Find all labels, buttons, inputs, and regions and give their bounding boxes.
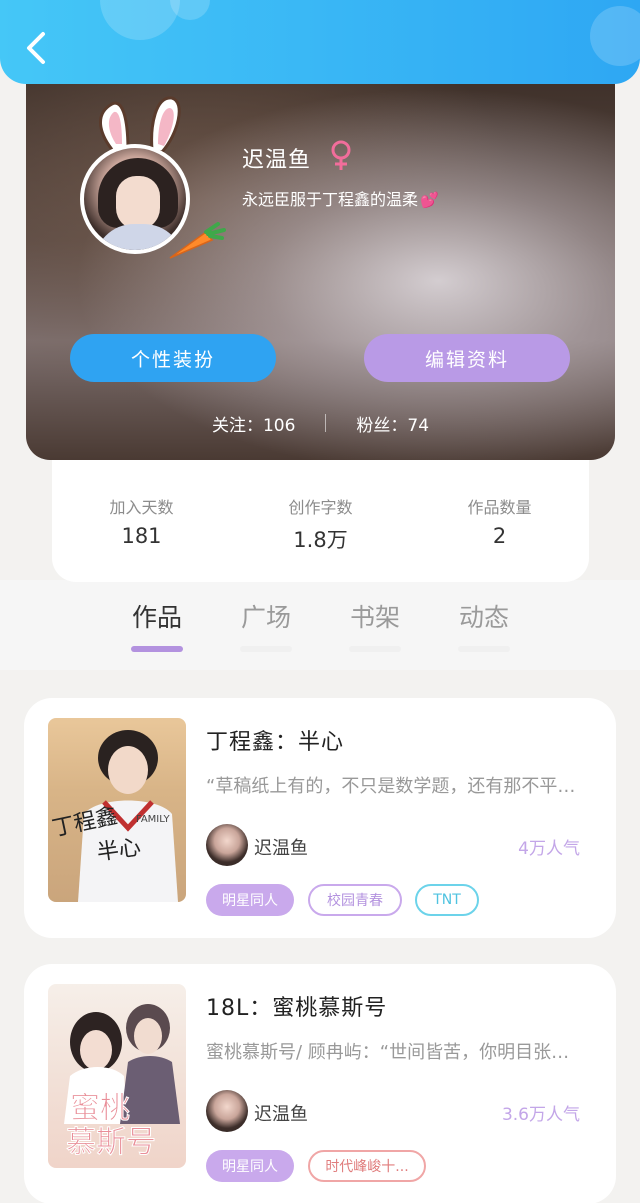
work-title: 18L：蜜桃慕斯号	[206, 996, 388, 1021]
tag[interactable]: 校园青春	[308, 884, 402, 916]
heart-icon: 💕	[420, 191, 439, 209]
decor-bubble	[590, 6, 640, 66]
work-card[interactable]: 丁程鑫 半心 FAMILY 丁程鑫：半心 “草稿纸上有的，不只是数学题，还有那不…	[24, 698, 616, 938]
cover-illustration: 蜜桃 慕斯号	[64, 1004, 180, 1161]
work-description: “草稿纸上有的，不只是数学题，还有那不平…	[206, 776, 576, 797]
profile-card: 迟温鱼 永远臣服于丁程鑫的温柔 💕 个性装扮 编辑资料 关注：106 粉丝：74	[26, 62, 615, 460]
work-cover: 丁程鑫 半心 FAMILY	[48, 718, 186, 902]
avatar-frame[interactable]	[78, 92, 226, 262]
carrot-icon	[169, 222, 226, 259]
decor-bubble	[100, 0, 180, 40]
tab-works[interactable]: 作品	[117, 598, 197, 634]
tag[interactable]: 明星同人	[206, 884, 294, 916]
popularity-count: 4万人气	[518, 839, 580, 859]
popularity-count: 3.6万人气	[501, 1105, 580, 1125]
tab-bookshelf[interactable]: 书架	[335, 598, 415, 634]
tab-bar: 作品 广场 书架 动态	[0, 598, 640, 668]
work-title: 丁程鑫：半心	[206, 730, 345, 755]
tab-square[interactable]: 广场	[226, 598, 306, 634]
bio-text: 永远臣服于丁程鑫的温柔 💕	[242, 186, 439, 210]
stat-label: 作品数量	[467, 498, 532, 517]
stat-value: 181	[121, 524, 162, 548]
tab-underline	[240, 646, 292, 652]
tag[interactable]: 时代峰峻十...	[308, 1150, 426, 1182]
female-icon	[331, 140, 351, 170]
stat-value: 2	[492, 524, 507, 548]
bio-label: 永远臣服于丁程鑫的温柔	[242, 190, 419, 209]
tab-updates[interactable]: 动态	[444, 598, 524, 634]
svg-text:蜜桃: 蜜桃	[70, 1091, 130, 1126]
tag[interactable]: 明星同人	[206, 1150, 294, 1182]
style-button[interactable]: 个性装扮	[70, 334, 276, 382]
svg-text:慕斯号: 慕斯号	[66, 1125, 156, 1160]
stat-label: 创作字数	[288, 498, 353, 517]
work-description: 蜜桃慕斯号/ 顾冉屿：“世间皆苦，你明目张…	[206, 1042, 570, 1063]
followers-count[interactable]: 粉丝：74	[356, 411, 429, 436]
stat-join-days: 加入天数 181	[67, 494, 217, 582]
author-avatar	[206, 1090, 248, 1132]
chevron-left-icon	[27, 32, 45, 64]
stat-value: 1.8万	[293, 528, 348, 552]
tab-underline	[458, 646, 510, 652]
divider	[325, 414, 327, 432]
following-count[interactable]: 关注：106	[212, 411, 295, 436]
stat-label: 加入天数	[109, 498, 174, 517]
author-name: 迟温鱼	[254, 1104, 308, 1125]
top-bar	[0, 0, 640, 84]
work-cover: 蜜桃 慕斯号	[48, 984, 186, 1168]
username: 迟温鱼	[242, 148, 312, 173]
tab-underline	[349, 646, 401, 652]
tag[interactable]: TNT	[415, 884, 479, 916]
edit-profile-button[interactable]: 编辑资料	[364, 334, 570, 382]
tab-indicator	[131, 646, 183, 652]
cover-illustration: 丁程鑫 半心 FAMILY	[50, 730, 178, 902]
author-name: 迟温鱼	[254, 838, 308, 859]
follow-stats: 关注：106 粉丝：74	[26, 408, 615, 438]
svg-text:FAMILY: FAMILY	[136, 814, 170, 825]
author-avatar	[206, 824, 248, 866]
stat-word-count: 创作字数 1.8万	[246, 494, 396, 582]
work-card[interactable]: 蜜桃 慕斯号 18L：蜜桃慕斯号 蜜桃慕斯号/ 顾冉屿：“世间皆苦，你明目张… …	[24, 964, 616, 1203]
stat-works-count: 作品数量 2	[425, 494, 575, 582]
back-button[interactable]	[18, 28, 54, 68]
